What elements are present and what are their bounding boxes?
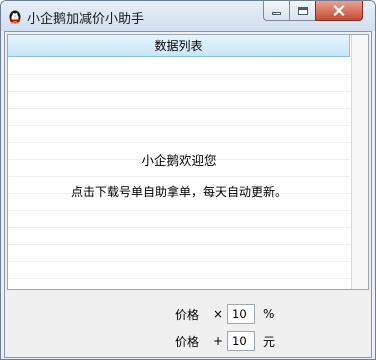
welcome-title: 小企鹅欢迎您 bbox=[141, 153, 217, 168]
maximize-icon bbox=[297, 6, 308, 15]
price-multiply-row: 价格 × % bbox=[175, 304, 274, 324]
add-operator: + bbox=[212, 334, 224, 348]
list-column-header[interactable]: 数据列表 bbox=[8, 35, 350, 57]
multiply-operator: × bbox=[212, 307, 224, 321]
app-window: 小企鹅加减价小助手 数据列表 小企鹅欢迎您 点击下载号单自助拿单，每天自动更新。… bbox=[0, 0, 376, 360]
window-title: 小企鹅加减价小助手 bbox=[27, 12, 145, 27]
data-list[interactable]: 数据列表 小企鹅欢迎您 点击下载号单自助拿单，每天自动更新。 bbox=[7, 34, 369, 290]
minimize-button[interactable] bbox=[263, 1, 290, 21]
title-bar[interactable]: 小企鹅加减价小助手 bbox=[1, 1, 375, 31]
maximize-button[interactable] bbox=[289, 1, 316, 21]
minimize-icon bbox=[272, 12, 281, 15]
price-add-input[interactable] bbox=[227, 331, 255, 351]
price-add-label: 价格 bbox=[175, 334, 200, 349]
client-area: 数据列表 小企鹅欢迎您 点击下载号单自助拿单，每天自动更新。 价格 × % 价格… bbox=[4, 31, 372, 358]
penguin-icon bbox=[9, 10, 21, 24]
percent-unit: % bbox=[263, 307, 275, 321]
welcome-instructions: 点击下载号单自助拿单，每天自动更新。 bbox=[70, 185, 287, 199]
price-add-row: 价格 + 元 bbox=[175, 331, 275, 351]
price-multiply-input[interactable] bbox=[227, 304, 255, 324]
close-button[interactable] bbox=[315, 1, 363, 21]
yuan-unit: 元 bbox=[263, 334, 276, 349]
list-header-label: 数据列表 bbox=[154, 39, 203, 53]
price-multiply-label: 价格 bbox=[175, 307, 200, 322]
close-icon bbox=[333, 5, 345, 16]
list-rows: 小企鹅欢迎您 点击下载号单自助拿单，每天自动更新。 bbox=[8, 58, 350, 289]
vertical-scrollbar[interactable] bbox=[351, 35, 368, 289]
